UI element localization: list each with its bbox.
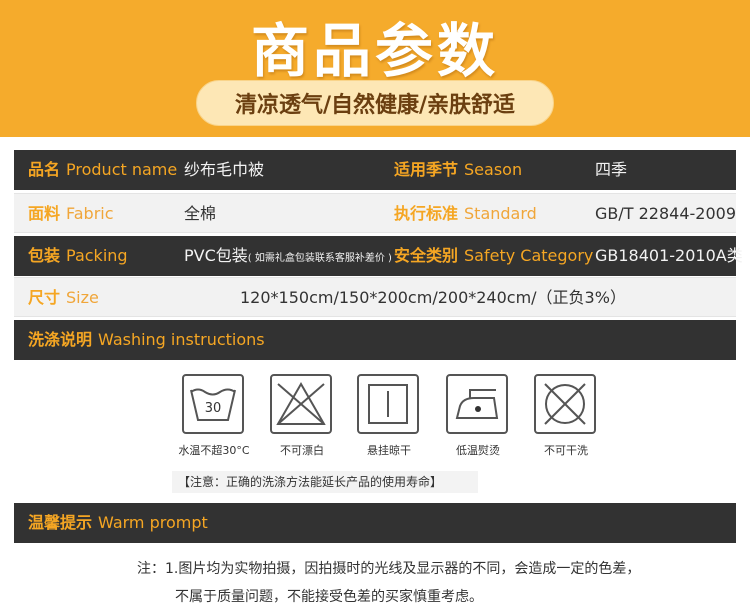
- standard-value: GB/T 22844-2009: [595, 204, 737, 223]
- param-row-packing: 包装 Packing PVC包装( 如需礼盒包装联系客服补差价 ) 安全类别 Saf…: [14, 236, 743, 276]
- param-row-fabric: 面料 Fabric 全棉 执行标准 Standard GB/T 22844-2009: [14, 193, 736, 233]
- warm-note-line-2: 不属于质量问题，不能接受色差的买家慎重考虑。: [175, 589, 483, 605]
- packing-label: 包装 Packing: [28, 246, 128, 265]
- packing-note: ( 如需礼盒包装联系客服补差价 ): [247, 253, 392, 264]
- size-value: 120*150cm/150*200cm/200*240cm/（正负3%）: [240, 288, 626, 307]
- packing-value: PVC包装( 如需礼盒包装联系客服补差价 ): [184, 246, 392, 265]
- care-instructions: 30 水温不超30°C 不可漂白 悬挂晾干 低温熨烫 不可干洗: [0, 370, 750, 470]
- product-name-value: 纱布毛巾被: [184, 160, 265, 179]
- warm-note-line-1: 注：1.图片均为实物拍摄，因拍摄时的光线及显示器的不同，会造成一定的色差，: [137, 561, 641, 577]
- care-item-hang: 悬挂晾干: [357, 374, 421, 458]
- washing-notice: 【注意：正确的洗涤方法能延长产品的使用寿命】: [172, 471, 478, 493]
- product-name-label: 品名 Product name: [28, 160, 178, 179]
- wash-temp-number: 30: [205, 401, 222, 416]
- wash-30-icon: 30: [182, 374, 244, 434]
- safety-label: 安全类别 Safety Category: [394, 246, 594, 265]
- fabric-label: 面料 Fabric: [28, 204, 114, 223]
- warm-header: 温馨提示 Warm prompt: [14, 503, 736, 543]
- washing-label: 洗涤说明 Washing instructions: [28, 330, 265, 349]
- safety-value: GB18401-2010A类: [595, 246, 743, 265]
- washing-header: 洗涤说明 Washing instructions: [14, 320, 736, 360]
- param-row-product-name: 品名 Product name 纱布毛巾被 适用季节 Season 四季: [14, 150, 736, 190]
- care-item-iron: 低温熨烫: [446, 374, 510, 458]
- hang-dry-icon: [357, 374, 419, 434]
- season-value: 四季: [595, 160, 628, 179]
- care-item-wash: 30 水温不超30°C: [178, 374, 250, 458]
- care-item-dryclean: 不可干洗: [534, 374, 598, 458]
- slogan-text: 清凉透气/自然健康/亲肤舒适: [234, 93, 516, 118]
- care-label-dryclean: 不可干洗: [544, 444, 588, 457]
- slogan-pill: 清凉透气/自然健康/亲肤舒适: [196, 80, 554, 126]
- no-dry-clean-icon: [534, 374, 596, 434]
- no-bleach-icon: [270, 374, 332, 434]
- page-title: 商品参数: [250, 17, 499, 85]
- size-label: 尺寸 Size: [28, 288, 99, 307]
- low-iron-icon: [446, 374, 508, 434]
- care-item-bleach: 不可漂白: [270, 374, 334, 458]
- param-row-size: 尺寸 Size 120*150cm/150*200cm/200*240cm/（正负…: [14, 277, 736, 317]
- season-label: 适用季节 Season: [394, 160, 523, 179]
- fabric-value: 全棉: [184, 204, 217, 223]
- warm-label: 温馨提示 Warm prompt: [28, 513, 208, 532]
- header-banner: 商品参数 清凉透气/自然健康/亲肤舒适: [0, 0, 750, 137]
- standard-label: 执行标准 Standard: [394, 204, 537, 223]
